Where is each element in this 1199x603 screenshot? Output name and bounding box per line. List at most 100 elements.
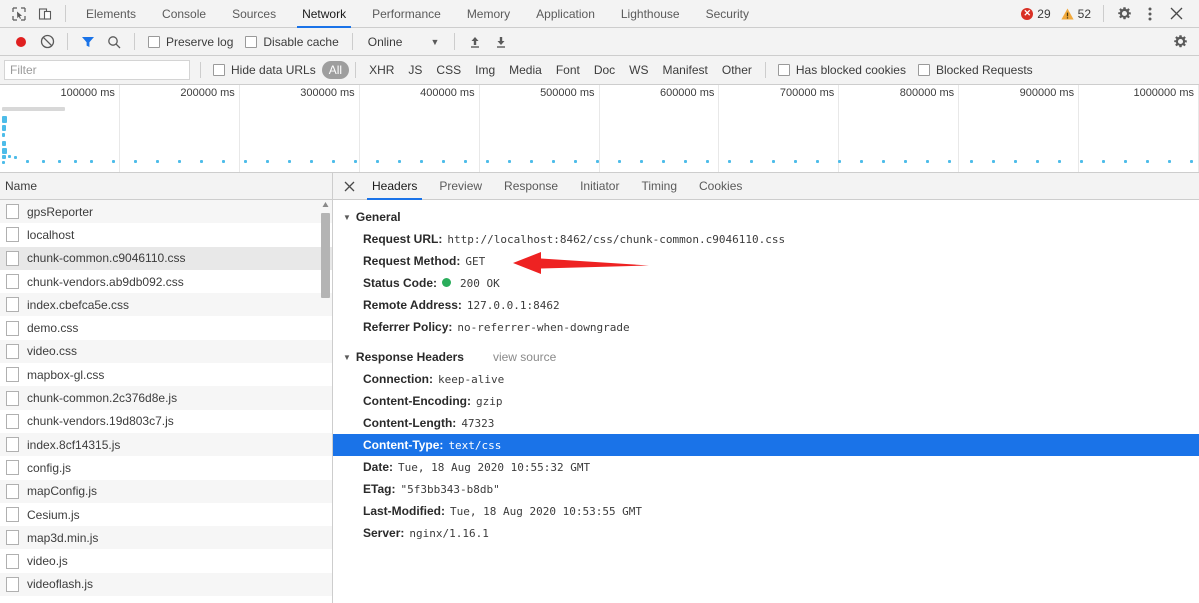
tab-initiator[interactable]: Initiator — [569, 173, 630, 200]
header-row[interactable]: Connection: keep-alive — [333, 368, 1199, 390]
export-har-button[interactable] — [488, 29, 514, 55]
header-row[interactable]: Status Code: 200 OK — [333, 272, 1199, 294]
tab-cookies[interactable]: Cookies — [688, 173, 753, 200]
view-source-link[interactable]: view source — [493, 350, 556, 364]
filter-type-ws[interactable]: WS — [622, 61, 655, 79]
tab-lighthouse[interactable]: Lighthouse — [608, 0, 693, 28]
tab-performance[interactable]: Performance — [359, 0, 454, 28]
general-rows: Request URL: http://localhost:8462/css/ch… — [333, 228, 1199, 338]
import-har-button[interactable] — [462, 29, 488, 55]
file-icon — [6, 507, 19, 522]
clear-button[interactable] — [34, 29, 60, 55]
filter-row: Hide data URLs All XHR JS CSS Img Media … — [0, 56, 1199, 85]
header-key: Remote Address: — [363, 297, 462, 312]
request-row[interactable]: video.js — [0, 549, 332, 572]
header-row[interactable]: ETag: "5f3bb343-b8db" — [333, 478, 1199, 500]
warning-counter[interactable]: 52 — [1056, 7, 1096, 21]
request-row[interactable]: config.js — [0, 456, 332, 479]
request-row[interactable]: map3d.min.js — [0, 526, 332, 550]
tab-application[interactable]: Application — [523, 0, 608, 28]
blocked-requests-checkbox[interactable]: Blocked Requests — [912, 63, 1039, 77]
request-row[interactable]: localhost — [0, 223, 332, 246]
filter-type-doc[interactable]: Doc — [587, 61, 622, 79]
request-row[interactable]: gpsReporter — [0, 200, 332, 224]
filter-type-all[interactable]: All — [321, 61, 350, 79]
preserve-log-checkbox[interactable]: Preserve log — [142, 35, 239, 49]
overview-dot — [26, 160, 29, 163]
request-row[interactable]: mapConfig.js — [0, 479, 332, 503]
device-toolbar-icon[interactable] — [32, 1, 58, 27]
request-row[interactable]: videoflash.js — [0, 572, 332, 597]
request-row[interactable]: index.8cf14315.js — [0, 432, 332, 457]
header-row[interactable]: Remote Address: 127.0.0.1:8462 — [333, 294, 1199, 316]
inspect-element-icon[interactable] — [6, 1, 32, 27]
has-blocked-cookies-checkbox[interactable]: Has blocked cookies — [772, 63, 912, 77]
tab-network[interactable]: Network — [289, 0, 359, 28]
request-row[interactable]: chunk-common.c9046110.css — [0, 246, 332, 270]
more-options-icon[interactable] — [1137, 1, 1163, 27]
header-row[interactable]: Content-Type: text/css — [333, 434, 1199, 456]
filter-type-img[interactable]: Img — [468, 61, 502, 79]
settings-gear-icon[interactable] — [1111, 1, 1137, 27]
filter-type-js[interactable]: JS — [401, 61, 429, 79]
scrollbar-thumb[interactable] — [321, 213, 330, 298]
request-list: gpsReporter localhost chunk-common.c904611… — [0, 200, 332, 603]
request-row[interactable]: chunk-vendors.ab9db092.css — [0, 270, 332, 293]
overview-dot — [970, 160, 973, 163]
request-row[interactable]: video.css — [0, 339, 332, 364]
toolbar-divider — [351, 33, 353, 50]
header-row[interactable]: Date: Tue, 18 Aug 2020 10:55:32 GMT — [333, 456, 1199, 478]
filter-type-font[interactable]: Font — [549, 61, 587, 79]
request-row[interactable]: chunk-common.2c376d8e.js — [0, 386, 332, 410]
filter-type-other[interactable]: Other — [715, 61, 759, 79]
close-devtools-icon[interactable] — [1163, 1, 1189, 27]
search-button[interactable] — [101, 29, 127, 55]
filter-type-xhr[interactable]: XHR — [362, 61, 401, 79]
network-settings-gear-icon[interactable] — [1167, 29, 1193, 55]
tab-preview[interactable]: Preview — [428, 173, 493, 200]
request-row[interactable]: index.cbefca5e.css — [0, 293, 332, 317]
header-row[interactable]: Request Method: GET — [333, 250, 1199, 272]
filter-button[interactable] — [75, 29, 101, 55]
error-counter[interactable]: ✕ 29 — [1016, 7, 1055, 21]
header-row[interactable]: Content-Length: 47323 — [333, 412, 1199, 434]
header-row[interactable]: Content-Encoding: gzip — [333, 390, 1199, 412]
throttling-select[interactable]: Online ▼ — [360, 35, 448, 49]
request-list-scrollbar[interactable] — [321, 201, 330, 603]
filter-divider — [355, 62, 357, 78]
overview-dot — [354, 160, 357, 163]
request-name: chunk-common.2c376d8e.js — [27, 391, 178, 406]
header-row[interactable]: Referrer Policy: no-referrer-when-downgra… — [333, 316, 1199, 338]
request-row[interactable]: demo.css — [0, 316, 332, 339]
response-headers-section-title[interactable]: ▼ Response Headers view source — [333, 346, 1199, 368]
record-button[interactable] — [8, 29, 34, 55]
filter-type-media[interactable]: Media — [502, 61, 549, 79]
hide-data-urls-checkbox[interactable]: Hide data URLs — [207, 63, 322, 77]
scroll-up-arrow-icon[interactable] — [322, 201, 329, 208]
filter-type-manifest[interactable]: Manifest — [656, 61, 715, 79]
request-name: chunk-common.c9046110.css — [27, 251, 186, 266]
tab-response[interactable]: Response — [493, 173, 569, 200]
tab-sources[interactable]: Sources — [219, 0, 289, 28]
request-row[interactable]: chunk-vendors.19d803c7.js — [0, 410, 332, 433]
filter-type-css[interactable]: CSS — [429, 61, 468, 79]
disable-cache-checkbox[interactable]: Disable cache — [239, 35, 344, 49]
header-row[interactable]: Last-Modified: Tue, 18 Aug 2020 10:53:55 … — [333, 500, 1199, 522]
tab-headers[interactable]: Headers — [361, 173, 428, 200]
request-row[interactable]: Cesium.js — [0, 503, 332, 526]
close-detail-icon[interactable] — [337, 174, 361, 198]
tab-memory[interactable]: Memory — [454, 0, 523, 28]
tab-elements[interactable]: Elements — [73, 0, 149, 28]
general-section-title[interactable]: ▼ General — [333, 206, 1199, 228]
request-row[interactable]: mapbox-gl.css — [0, 363, 332, 386]
toolbar-divider — [454, 33, 456, 50]
overview-dot — [1036, 160, 1039, 163]
header-row[interactable]: Request URL: http://localhost:8462/css/ch… — [333, 228, 1199, 250]
tab-security[interactable]: Security — [693, 0, 762, 28]
tab-console[interactable]: Console — [149, 0, 219, 28]
network-overview-timeline[interactable]: 100000 ms 200000 ms 300000 ms 400000 ms 5000… — [0, 85, 1199, 173]
header-row[interactable]: Server: nginx/1.16.1 — [333, 522, 1199, 544]
filter-input[interactable] — [4, 60, 190, 80]
header-value: nginx/1.16.1 — [409, 526, 489, 540]
tab-timing[interactable]: Timing — [630, 173, 688, 200]
